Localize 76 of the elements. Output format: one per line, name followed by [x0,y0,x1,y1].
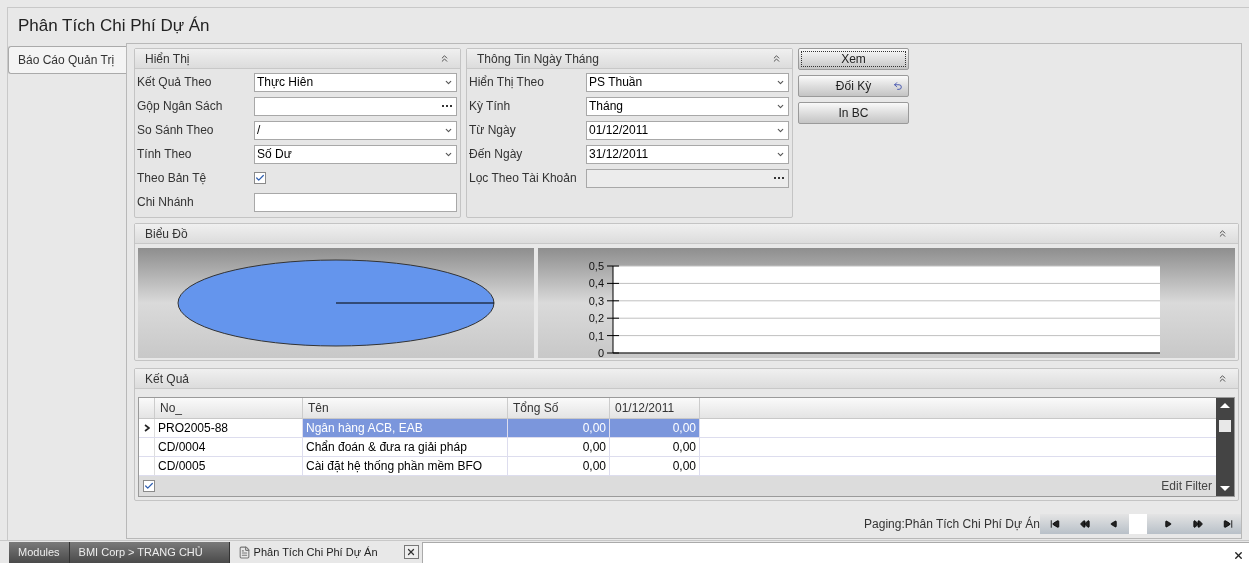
axis-label: 0,4 [588,277,604,290]
field-label: Từ Ngày [468,122,517,139]
row-indicator-icon [143,424,150,432]
column-header[interactable]: 01/12/2011 [610,398,700,418]
table-cell: Cài đặt hệ thống phần mềm BFO [303,457,508,475]
dropdown-field[interactable]: Số Dư [254,144,457,164]
checkbox[interactable] [254,172,266,184]
action-button[interactable]: Xem [798,48,909,70]
panel-title: Thông Tin Ngày Tháng [477,50,599,68]
dropdown-field[interactable]: PS Thuần [586,72,789,92]
field-label: Gộp Ngân Sách [136,98,224,115]
table-cell: 0,00 [610,438,700,456]
field-label: Hiển Thị Theo [468,74,545,91]
first-page-icon[interactable] [1050,519,1060,529]
ellipsis-icon [774,176,784,180]
column-header[interactable]: Tên [303,398,508,418]
ellipsis-icon [442,104,452,108]
axis-label: 0 [597,347,604,358]
dropdown-field[interactable]: Tháng [586,96,789,116]
table-cell: 0,00 [508,438,610,456]
table-cell: 0,00 [508,419,610,437]
collapse-icon[interactable] [439,53,450,64]
filter-checkbox[interactable] [143,480,155,492]
edit-filter-link[interactable]: Edit Filter [1161,477,1212,495]
dropdown-field[interactable]: 01/12/2011 [586,120,789,140]
table-cell: Chẩn đoán & đưa ra giải pháp [303,438,508,456]
field-label: Theo Bản Tệ [136,170,208,187]
next-page-icon[interactable] [1164,520,1172,528]
panel-title: Kết Quả [145,370,190,388]
field-label: Kết Quả Theo [136,74,213,91]
text-field[interactable] [254,192,457,212]
side-tab[interactable]: Báo Cáo Quản Trị [8,46,127,74]
window-title: Phân Tích Chi Phí Dự Án [18,14,210,37]
axis-label: 0,5 [588,260,604,272]
dropdown-field[interactable]: 31/12/2011 [586,144,789,164]
close-icon[interactable] [1233,550,1244,561]
close-icon [406,547,417,557]
document-icon [237,546,251,559]
dropdown-field[interactable]: / [254,120,457,140]
page-input[interactable] [1129,514,1147,534]
axis-label: 0,1 [588,329,604,342]
axis-label: 0,2 [588,312,604,325]
panel-title: Biểu Đồ [145,225,188,243]
column-header[interactable]: No_ [155,398,303,418]
table-cell: CD/0004 [155,438,303,456]
previous-block-icon[interactable] [1080,519,1090,529]
close-tab-button[interactable] [403,545,419,559]
lookup-field[interactable] [254,96,457,116]
field-label: Tính Theo [136,146,193,163]
collapse-icon[interactable] [1217,373,1228,384]
taskbar-tab[interactable]: Phân Tích Chi Phí Dự Án [229,542,390,563]
field-label: So Sánh Theo [136,122,215,139]
table-cell: CD/0005 [155,457,303,475]
paging-label: Paging:Phân Tích Chi Phí Dự Án [864,515,1040,533]
panel-title: Hiển Thị [145,50,190,68]
table-cell: 0,00 [610,419,700,437]
column-header[interactable]: Tổng Số [508,398,610,418]
table-cell: Ngân hàng ACB, EAB [303,419,508,437]
collapse-icon[interactable] [771,53,782,64]
last-page-icon[interactable] [1223,519,1233,529]
collapse-icon[interactable] [1217,228,1228,239]
field-label: Lọc Theo Tài Khoản [468,170,578,187]
table-cell: 0,00 [610,457,700,475]
taskbar-tab[interactable]: BMI Corp > TRANG CHỦ [69,542,230,563]
table-cell: 0,00 [508,457,610,475]
dropdown-field[interactable]: Thực Hiên [254,72,457,92]
next-block-icon[interactable] [1193,519,1203,529]
field-label: Đến Ngày [468,146,524,163]
action-button[interactable]: Đối Kỳ [798,75,909,97]
field-label: Kỳ Tính [468,98,512,115]
axis-label: 0,3 [588,294,604,307]
taskbar-tab[interactable]: Modules [9,542,70,563]
field-label: Chi Nhánh [136,194,195,211]
previous-page-icon[interactable] [1110,520,1118,528]
action-button[interactable]: In BC [798,102,909,124]
scrollbar[interactable] [1216,398,1234,496]
